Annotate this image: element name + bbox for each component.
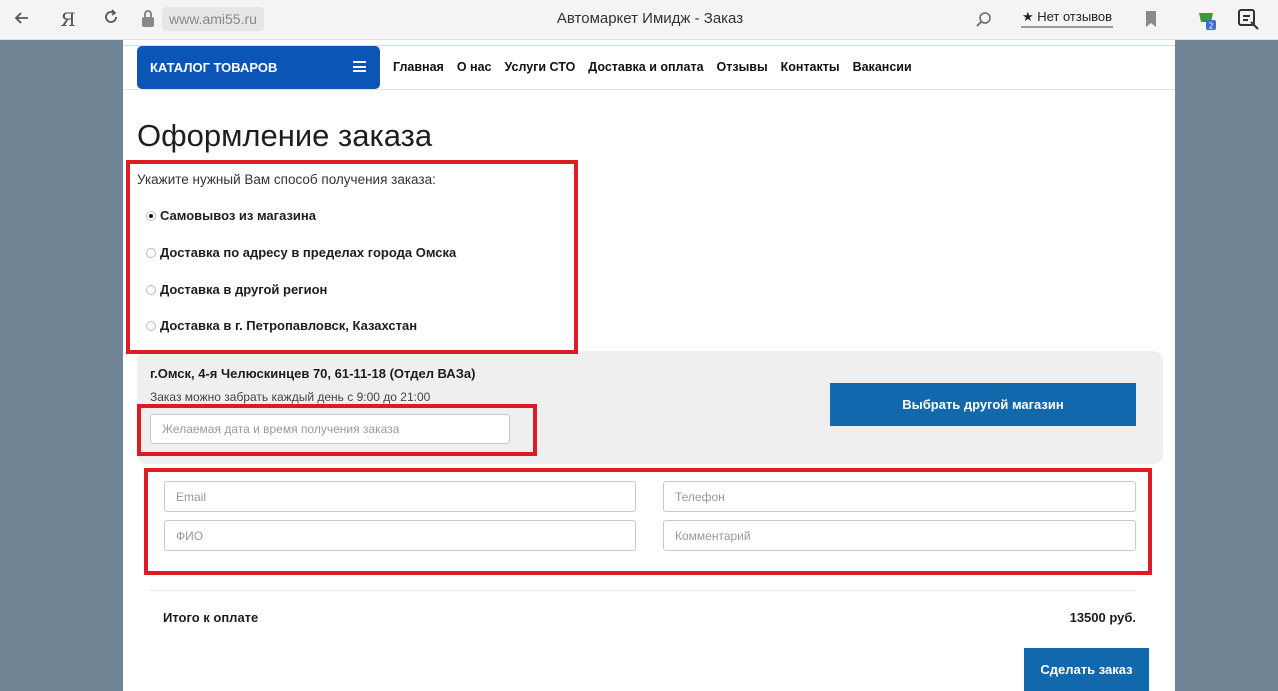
nav-delivery[interactable]: Доставка и оплата xyxy=(588,60,703,74)
total-divider xyxy=(150,590,1136,591)
nav-about[interactable]: О нас xyxy=(457,60,492,74)
menu-icon[interactable] xyxy=(1237,8,1261,32)
total-label: Итого к оплате xyxy=(163,610,259,625)
reviews-badge[interactable]: ★ Нет отзывов xyxy=(1021,6,1113,28)
page-content: КАТАЛОГ ТОВАРОВ Главная О нас Услуги СТО… xyxy=(123,40,1175,691)
highlight-box xyxy=(137,404,537,456)
page-title: Оформление заказа xyxy=(137,118,433,153)
background-pattern xyxy=(1175,40,1278,691)
nav-vacancies[interactable]: Вакансии xyxy=(853,60,912,74)
place-order-button[interactable]: Сделать заказ xyxy=(1024,648,1149,691)
hamburger-icon xyxy=(353,61,366,72)
highlight-box xyxy=(144,468,1152,575)
nav-divider xyxy=(123,89,1175,90)
browser-toolbar: Я www.ami55.ru Автомаркет Имидж - Заказ … xyxy=(0,0,1278,40)
catalog-button[interactable]: КАТАЛОГ ТОВАРОВ xyxy=(137,46,380,89)
extension-icon[interactable]: 2 xyxy=(1195,8,1219,32)
search-icon[interactable] xyxy=(975,10,993,28)
background-pattern xyxy=(0,40,123,691)
store-address: г.Омск, 4-я Челюскинцев 70, 61-11-18 (От… xyxy=(150,366,476,381)
svg-text:2: 2 xyxy=(1209,22,1214,31)
main-nav: Главная О нас Услуги СТО Доставка и опла… xyxy=(393,60,912,74)
total-value: 13500 руб. xyxy=(1069,610,1136,625)
bookmark-icon[interactable] xyxy=(1144,10,1158,28)
nav-services[interactable]: Услуги СТО xyxy=(505,60,576,74)
catalog-label: КАТАЛОГ ТОВАРОВ xyxy=(150,60,278,75)
highlight-box xyxy=(126,160,578,354)
nav-home[interactable]: Главная xyxy=(393,60,444,74)
store-hours: Заказ можно забрать каждый день с 9:00 д… xyxy=(150,390,431,404)
choose-store-button[interactable]: Выбрать другой магазин xyxy=(830,383,1136,426)
nav-reviews[interactable]: Отзывы xyxy=(717,60,768,74)
nav-contacts[interactable]: Контакты xyxy=(781,60,840,74)
